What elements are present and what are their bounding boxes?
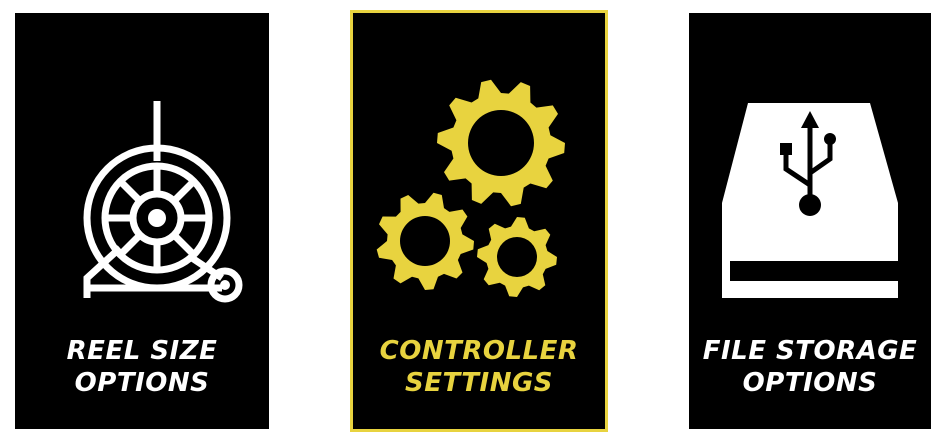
gear-icon (376, 192, 474, 290)
reel-size-options-label: REEL SIZE OPTIONS (66, 336, 218, 398)
gear-icon (437, 79, 565, 207)
file-storage-options-label: FILE STORAGE OPTIONS (702, 336, 918, 398)
file-storage-options-tile[interactable]: FILE STORAGE OPTIONS (686, 10, 934, 432)
gears-icon (376, 79, 565, 297)
cable-reel-icon (83, 101, 243, 303)
controller-settings-label: CONTROLLER SETTINGS (379, 336, 579, 398)
usb-drive-icon (722, 103, 910, 298)
reel-size-options-tile[interactable]: REEL SIZE OPTIONS (12, 10, 272, 432)
gear-icon (477, 217, 557, 297)
controller-settings-tile[interactable]: CONTROLLER SETTINGS (350, 10, 608, 432)
settings-menu-screen: REEL SIZE OPTIONS CONTROLLER SETTINGS FI… (0, 0, 938, 436)
